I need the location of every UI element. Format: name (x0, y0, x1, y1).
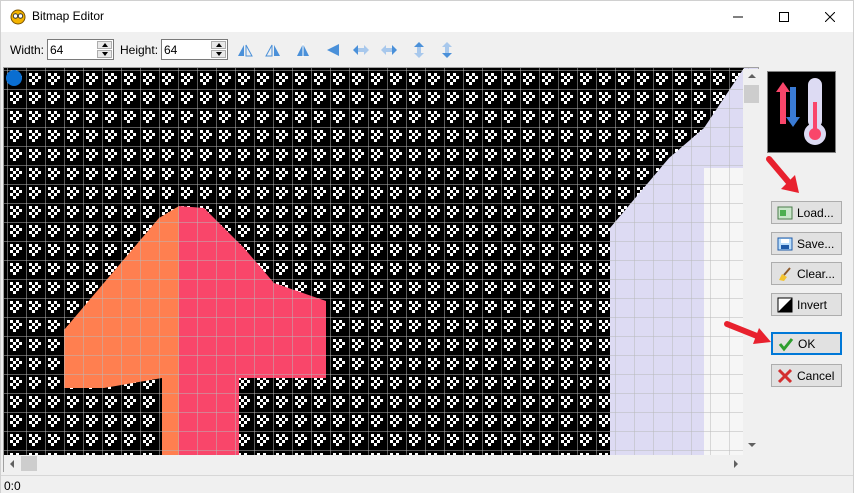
scroll-right-icon[interactable] (731, 459, 741, 469)
height-spinner[interactable] (161, 39, 228, 60)
bitmap-preview (767, 71, 836, 153)
vertical-scroll-thumb[interactable] (744, 85, 759, 103)
window-title: Bitmap Editor (32, 9, 105, 23)
cancel-x-icon (777, 368, 793, 383)
close-icon (825, 11, 835, 22)
pixel-grid[interactable] (4, 68, 759, 472)
load-button-label: Load... (797, 205, 834, 220)
mirror-icon[interactable] (295, 42, 311, 58)
invert-icon (777, 297, 793, 312)
width-label: Width: (10, 43, 45, 57)
save-button-label: Save... (797, 236, 835, 251)
chevron-down-icon (101, 52, 108, 56)
title-bar: Bitmap Editor (1, 1, 853, 32)
maximize-icon (779, 11, 789, 22)
chevron-up-icon (215, 43, 222, 47)
flip-horizontal-icon[interactable] (237, 42, 253, 58)
width-down-arrow[interactable] (97, 50, 112, 58)
invert-button[interactable]: Invert (771, 293, 842, 316)
flip-vertical-icon[interactable] (265, 42, 281, 58)
vertical-scrollbar[interactable] (743, 69, 760, 455)
annotation-arrow-icon (766, 156, 799, 193)
height-down-arrow[interactable] (211, 50, 226, 58)
save-button[interactable]: Save... (771, 232, 842, 255)
save-icon (777, 237, 793, 250)
cursor-coordinates: 0:0 (4, 479, 21, 493)
cancel-button[interactable]: Cancel (771, 364, 842, 387)
app-icon (10, 9, 26, 25)
scroll-corner (743, 455, 760, 472)
height-label: Height: (120, 43, 159, 57)
height-input[interactable] (164, 42, 208, 57)
rotate-icon[interactable] (325, 42, 341, 58)
broom-icon (779, 266, 791, 281)
minimize-button[interactable] (715, 1, 761, 32)
load-icon (777, 206, 793, 219)
scroll-up-icon[interactable] (747, 71, 757, 81)
maximize-button[interactable] (761, 1, 807, 32)
clear-button[interactable]: Clear... (771, 262, 842, 285)
ok-button[interactable]: OK (771, 332, 842, 355)
load-button[interactable]: Load... (771, 201, 842, 224)
bitmap-canvas[interactable] (3, 67, 759, 472)
scroll-left-icon[interactable] (7, 459, 17, 469)
bitmap-editor-window: Bitmap Editor Width: Height: (0, 0, 854, 493)
shift-right-icon[interactable] (381, 42, 397, 58)
chevron-up-icon (101, 43, 108, 47)
width-spinner[interactable] (47, 39, 114, 60)
width-input[interactable] (50, 42, 94, 57)
height-up-arrow[interactable] (211, 41, 226, 49)
width-up-arrow[interactable] (97, 41, 112, 49)
checkmark-icon (778, 337, 794, 351)
shift-down-icon[interactable] (439, 42, 455, 58)
selected-color-dot (6, 70, 22, 86)
scroll-down-icon[interactable] (747, 440, 757, 450)
toolbar: Width: Height: (1, 32, 853, 66)
thermometer-icon (776, 78, 826, 145)
horizontal-scrollbar[interactable] (4, 455, 744, 472)
chevron-down-icon (215, 52, 222, 56)
annotation-arrow-icon (724, 321, 771, 344)
ok-button-label: OK (798, 336, 816, 351)
cancel-button-label: Cancel (797, 368, 835, 383)
close-button[interactable] (807, 1, 853, 32)
invert-button-label: Invert (797, 297, 828, 312)
clear-button-label: Clear... (797, 266, 836, 281)
status-bar: 0:0 (1, 475, 853, 493)
shift-up-icon[interactable] (411, 42, 427, 58)
shift-left-icon[interactable] (353, 42, 369, 58)
minimize-icon (733, 16, 743, 17)
horizontal-scroll-thumb[interactable] (21, 456, 37, 471)
